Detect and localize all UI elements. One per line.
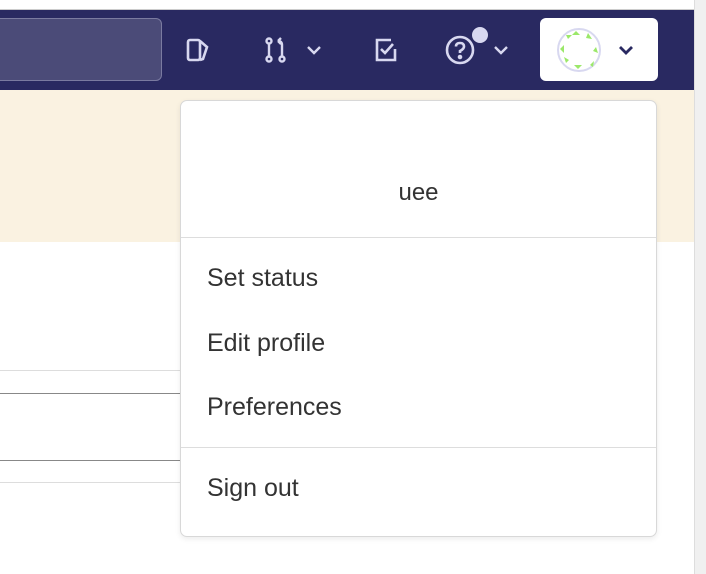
menu-item-set-status[interactable]: Set status <box>207 264 318 293</box>
notification-dot <box>472 27 488 43</box>
divider <box>0 393 180 394</box>
menu-item-preferences[interactable]: Preferences <box>207 393 342 422</box>
menu-divider <box>181 237 656 238</box>
snippet-icon[interactable] <box>178 30 218 70</box>
chevron-down-icon <box>619 46 633 55</box>
user-dropdown-menu: uee Set status Edit profile Preferences … <box>180 100 657 537</box>
divider <box>0 370 180 371</box>
top-navbar <box>0 10 694 90</box>
todo-icon[interactable] <box>366 30 406 70</box>
search-input[interactable] <box>0 18 162 81</box>
chevron-down-icon[interactable] <box>302 38 326 62</box>
divider <box>0 460 180 461</box>
divider <box>0 482 180 483</box>
scrollbar[interactable] <box>694 0 706 574</box>
menu-item-sign-out[interactable]: Sign out <box>207 474 299 503</box>
merge-requests-icon[interactable] <box>256 30 296 70</box>
username[interactable]: uee <box>181 179 656 207</box>
menu-divider <box>181 447 656 448</box>
browser-top-strip <box>0 0 694 10</box>
menu-item-edit-profile[interactable]: Edit profile <box>207 329 325 358</box>
chevron-down-icon[interactable] <box>489 38 513 62</box>
avatar <box>557 28 601 72</box>
user-menu-button[interactable] <box>540 18 658 81</box>
